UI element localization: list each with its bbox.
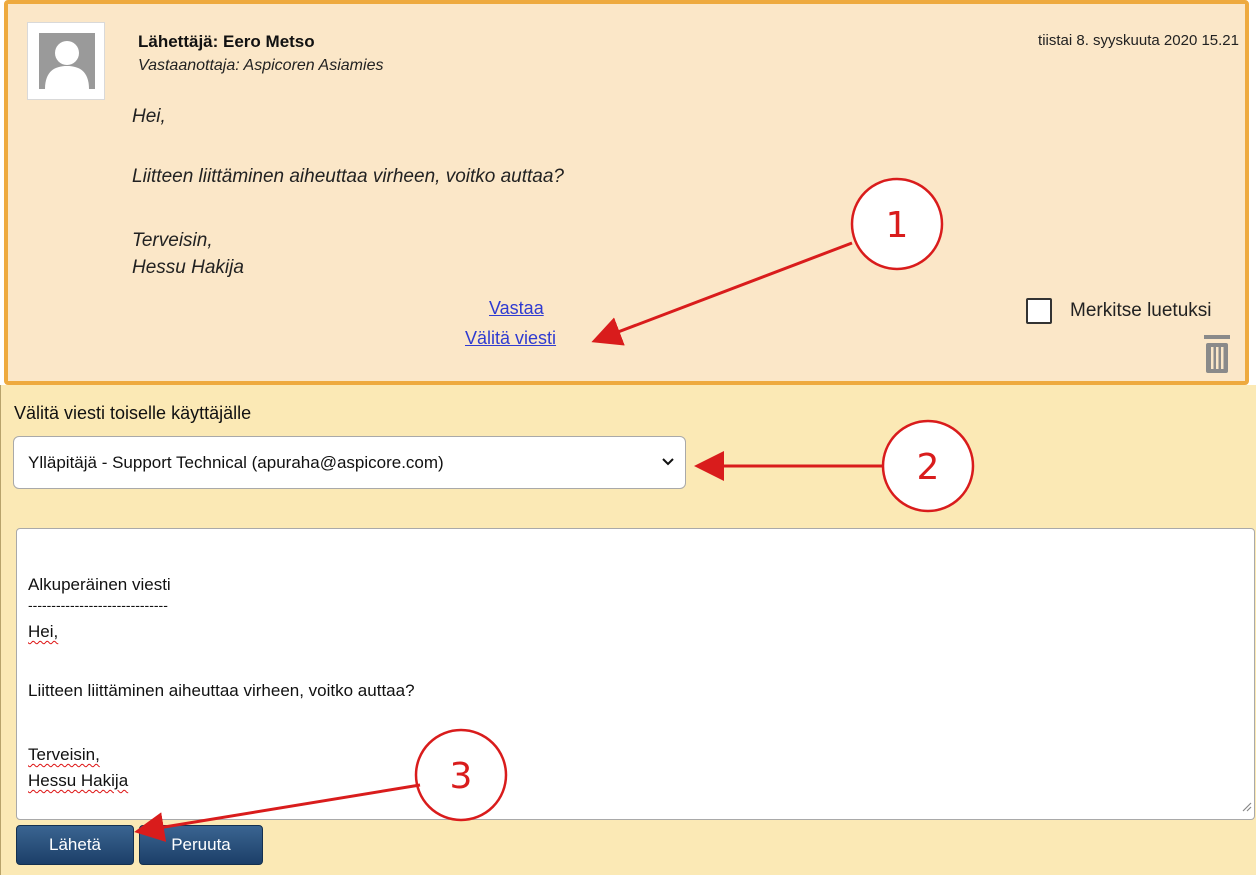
message-body-line: Terveisin, xyxy=(132,230,213,251)
recipient-select[interactable]: Ylläpitäjä - Support Technical (apuraha@… xyxy=(13,436,686,489)
textarea-separator: ------------------------------ xyxy=(28,597,168,613)
forward-title: Välitä viesti toiselle käyttäjälle xyxy=(14,403,252,423)
send-button[interactable]: Lähetä xyxy=(16,825,134,865)
message-date: tiistai 8. syyskuuta 2020 15.21 xyxy=(1038,32,1239,49)
recipient-select-value: Ylläpitäjä - Support Technical (apuraha@… xyxy=(28,452,444,472)
resize-handle-icon[interactable] xyxy=(1240,799,1252,817)
mark-read-checkbox[interactable] xyxy=(1026,298,1052,324)
trash-icon[interactable] xyxy=(1204,334,1230,379)
message-body-line: Hei, xyxy=(132,106,166,127)
textarea-heading: Alkuperäinen viesti xyxy=(28,575,171,594)
reply-link[interactable]: Vastaa xyxy=(489,298,544,319)
user-silhouette-icon xyxy=(39,33,95,89)
forward-panel: Välitä viesti toiselle käyttäjälle Ylläp… xyxy=(0,385,1256,875)
message-body-line: Hessu Hakija xyxy=(132,257,244,278)
message-body-line: Liitteen liittäminen aiheuttaa virheen, … xyxy=(132,166,564,187)
cancel-button[interactable]: Peruuta xyxy=(139,825,263,865)
avatar xyxy=(27,22,105,100)
mark-read-label: Merkitse luetuksi xyxy=(1070,300,1212,321)
textarea-closing: Terveisin, xyxy=(28,745,100,764)
textarea-line: Liitteen liittäminen aiheuttaa virheen, … xyxy=(28,681,415,700)
mark-read[interactable]: Merkitse luetuksi xyxy=(1026,298,1212,324)
textarea-signature: Hessu Hakija xyxy=(28,771,129,790)
message-textarea[interactable]: Alkuperäinen viesti --------------------… xyxy=(16,528,1255,820)
recipient: Vastaanottaja: Aspicoren Asiamies xyxy=(138,57,384,74)
message-card: Lähettäjä: Eero Metso Vastaanottaja: Asp… xyxy=(4,0,1249,385)
chevron-down-icon xyxy=(661,455,675,474)
sender: Lähettäjä: Eero Metso xyxy=(138,32,315,51)
textarea-greeting: Hei, xyxy=(28,622,59,641)
forward-link[interactable]: Välitä viesti xyxy=(465,328,556,349)
